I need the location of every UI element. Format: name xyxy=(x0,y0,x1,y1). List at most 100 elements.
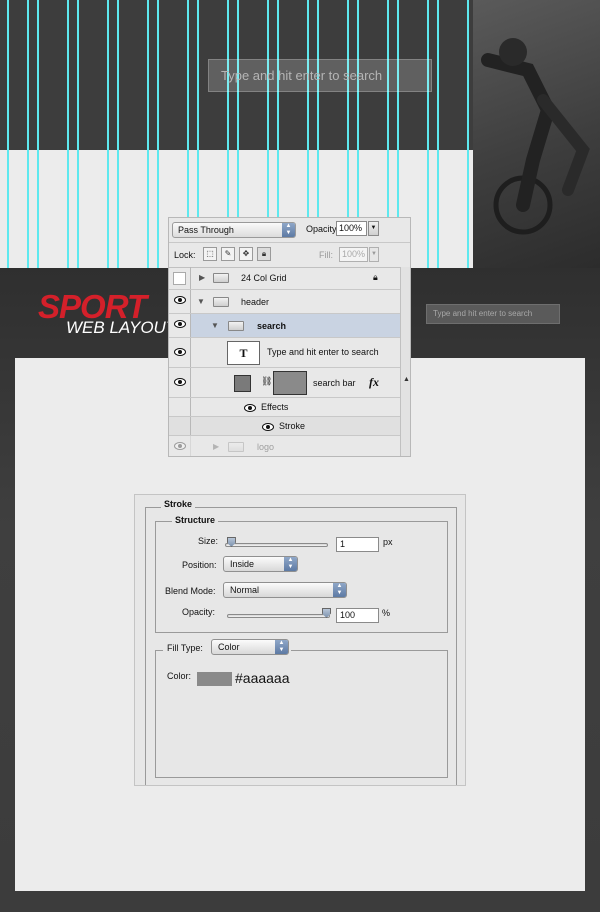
visibility-toggle-empty[interactable] xyxy=(169,267,191,289)
stroke-dialog: Stroke Structure Size: 1 px Position: In… xyxy=(134,494,466,786)
blend-mode-select[interactable]: Normal ▲ ▼ xyxy=(223,582,347,598)
folder-icon xyxy=(213,297,229,307)
guide-line xyxy=(117,0,119,268)
text-layer-thumbnail-icon: T xyxy=(227,341,260,365)
guide-line xyxy=(437,0,439,268)
blend-mode-select[interactable]: Pass Through ▲ ▼ xyxy=(172,222,296,238)
layer-name: logo xyxy=(257,442,275,452)
layer-name: 24 Col Grid xyxy=(241,273,287,283)
search-field-zoomed: Type and hit enter to search xyxy=(208,59,432,92)
guide-line xyxy=(427,0,429,268)
expand-triangle-icon[interactable]: ▶ xyxy=(213,442,219,451)
layer-row-search[interactable]: ▼ search xyxy=(169,314,400,338)
lock-all-padlock-icon[interactable]: 🔒︎ xyxy=(257,247,271,261)
opacity-label: Opacity: xyxy=(182,607,216,617)
opacity-dropdown-icon[interactable]: ▼ xyxy=(368,221,379,236)
size-input[interactable]: 1 xyxy=(336,537,379,552)
scroll-up-arrow-icon[interactable]: ▲ xyxy=(401,370,410,390)
select-arrows-icon: ▲ ▼ xyxy=(333,583,346,597)
layer-name: header xyxy=(241,297,270,307)
fill-label: Fill: xyxy=(319,250,333,260)
vector-mask-thumbnail-icon xyxy=(273,371,307,395)
guide-line xyxy=(7,0,9,268)
layer-name: search xyxy=(257,321,287,331)
eye-icon[interactable] xyxy=(169,314,191,337)
eye-icon[interactable] xyxy=(169,338,191,367)
layer-row-stroke[interactable]: Stroke xyxy=(169,417,400,436)
lock-icon: 🔒︎ xyxy=(373,272,378,282)
guide-line xyxy=(467,0,469,268)
fill-type-select[interactable]: Color ▲ ▼ xyxy=(211,639,289,655)
lock-label: Lock: xyxy=(174,250,196,260)
size-unit-label: px xyxy=(383,537,393,547)
site-search-input[interactable]: Type and hit enter to search xyxy=(426,304,560,324)
eye-icon[interactable] xyxy=(244,404,256,412)
bmx-rider-photo xyxy=(473,0,600,268)
fx-effects-icon[interactable]: fx xyxy=(369,375,379,390)
collapse-triangle-icon[interactable]: ▼ xyxy=(211,321,219,330)
structure-title: Structure xyxy=(172,515,219,525)
logo-web-layout-text: WEB LAYOUT xyxy=(66,318,177,337)
guide-line xyxy=(67,0,69,268)
lock-transparency-icon[interactable]: ⬚ xyxy=(203,247,217,261)
blend-mode-label: Blend Mode: xyxy=(165,586,216,596)
opacity-input[interactable]: 100% xyxy=(336,221,367,236)
lock-paint-brush-icon[interactable]: ✎ xyxy=(221,247,235,261)
lock-bar: Lock: ⬚ ✎ ✥ 🔒︎ Fill: 100% ▼ xyxy=(169,242,410,268)
opacity-slider-thumb[interactable] xyxy=(322,608,331,618)
folder-icon xyxy=(228,321,244,331)
eye-icon[interactable] xyxy=(169,436,191,456)
eye-icon[interactable] xyxy=(169,368,191,397)
position-select[interactable]: Inside ▲ ▼ xyxy=(223,556,298,572)
layer-row-search-bar[interactable]: ⛓ search bar fx xyxy=(169,368,400,398)
color-swatch[interactable] xyxy=(197,672,232,686)
position-label: Position: xyxy=(182,560,217,570)
layer-row-header[interactable]: ▼ header xyxy=(169,290,400,314)
fill-type-label: Fill Type: xyxy=(167,643,203,653)
fill-input[interactable]: 100% xyxy=(339,247,368,262)
layer-row-effects[interactable]: Effects xyxy=(169,398,400,417)
stroke-title: Stroke xyxy=(161,499,196,509)
color-label: Color: xyxy=(167,671,192,681)
folder-icon xyxy=(213,273,229,283)
blend-mode-value: Normal xyxy=(230,585,260,595)
size-label: Size: xyxy=(198,536,219,546)
layer-name: search bar xyxy=(313,378,356,388)
fill-type-value: Color xyxy=(218,642,240,652)
eye-icon[interactable] xyxy=(169,290,191,313)
expand-triangle-icon[interactable]: ▶ xyxy=(199,273,205,282)
guide-line xyxy=(37,0,39,268)
layers-scrollbar[interactable]: ▲ xyxy=(400,267,410,456)
guide-line xyxy=(147,0,149,268)
select-arrows-icon: ▲ ▼ xyxy=(284,557,297,571)
eye-icon[interactable] xyxy=(262,423,274,431)
folder-icon xyxy=(228,442,244,452)
layer-name: Stroke xyxy=(279,421,306,431)
eye-column xyxy=(169,398,191,416)
size-slider-thumb[interactable] xyxy=(226,537,236,547)
layer-row-logo[interactable]: ▶ logo xyxy=(169,436,400,456)
opacity-unit-label: % xyxy=(382,608,391,618)
blend-mode-value: Pass Through xyxy=(178,225,234,235)
link-chain-icon: ⛓ xyxy=(261,376,273,386)
lock-position-move-icon[interactable]: ✥ xyxy=(239,247,253,261)
layers-toolbar: Pass Through ▲ ▼ Opacity: 100% ▼ xyxy=(169,218,410,243)
size-slider[interactable] xyxy=(225,537,328,547)
layer-row-24-col-grid[interactable]: ▶ 24 Col Grid 🔒︎ xyxy=(169,267,400,290)
eye-column xyxy=(169,417,191,435)
collapse-triangle-icon[interactable]: ▼ xyxy=(197,297,205,306)
layer-name: Type and hit enter to search xyxy=(267,347,379,357)
select-arrows-icon: ▲ ▼ xyxy=(282,223,295,237)
fill-dropdown-icon[interactable]: ▼ xyxy=(369,247,379,262)
layer-row-text[interactable]: T Type and hit enter to search xyxy=(169,338,400,368)
opacity-slider[interactable] xyxy=(227,608,331,618)
guide-line xyxy=(107,0,109,268)
guide-line xyxy=(77,0,79,268)
select-arrows-icon: ▲ ▼ xyxy=(275,640,288,654)
opacity-input[interactable]: 100 xyxy=(336,608,379,623)
opacity-label: Opacity: xyxy=(306,224,340,234)
bmx-rider-silhouette-icon xyxy=(481,38,590,235)
layer-name: Effects xyxy=(261,402,289,412)
vector-fill-thumbnail-icon xyxy=(234,375,251,392)
position-value: Inside xyxy=(230,559,255,569)
